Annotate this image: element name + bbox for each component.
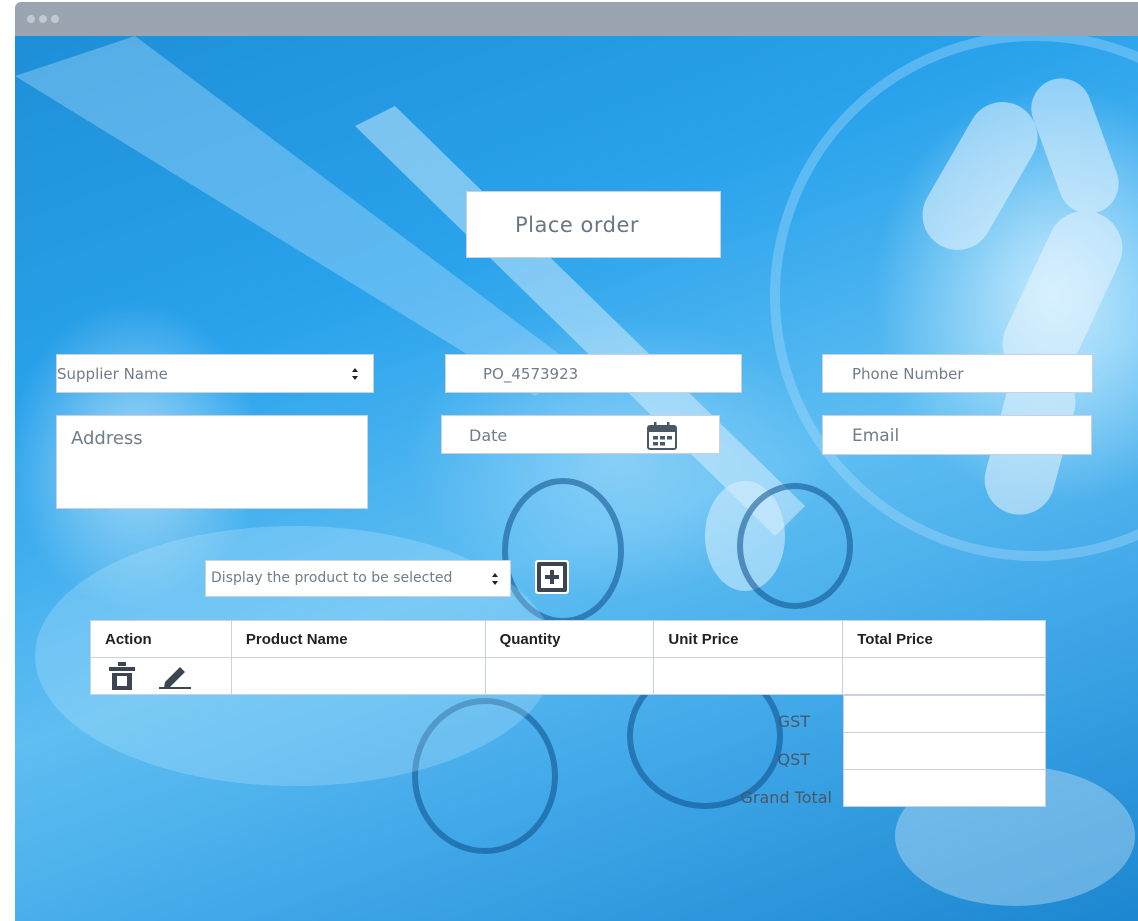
calendar-icon[interactable] [647,422,677,450]
qst-value [843,732,1046,770]
row-actions-cell [90,657,232,695]
page-title: Place order [515,213,640,237]
po-number-value: PO_4573923 [483,365,579,383]
grand-total-label: Grand Total [740,788,832,807]
qst-label: QST [777,750,810,769]
phone-placeholder: Phone Number [852,365,964,383]
supplier-select-value: Supplier Name [57,365,168,383]
date-field[interactable]: Date [441,415,720,454]
order-page: Place order Supplier Name PO_4573923 Pho… [15,36,1138,921]
app-window: Place order Supplier Name PO_4573923 Pho… [15,2,1138,921]
page-title-box: Place order [466,191,721,258]
window-dot [51,15,59,23]
pencil-icon[interactable] [159,663,192,690]
product-name-cell[interactable] [230,657,486,695]
totals-column [843,695,1046,807]
gst-value [843,695,1046,733]
table-row [90,657,1046,695]
unit-price-cell[interactable] [653,657,844,695]
trash-icon[interactable] [109,662,135,690]
date-placeholder: Date [469,426,508,445]
total-price-cell [842,657,1046,695]
address-field[interactable]: Address [56,415,368,509]
grand-total-value [843,769,1046,807]
column-header-total-price: Total Price [842,620,1046,658]
phone-field[interactable]: Phone Number [822,354,1093,393]
order-table: Action Product Name Quantity Unit Price … [90,620,1046,695]
updown-chevron-icon [352,368,358,380]
gst-label: GST [777,712,810,731]
column-header-product-name: Product Name [230,620,486,658]
product-select[interactable]: Display the product to be selected [205,560,511,597]
email-field[interactable]: Email [822,415,1092,455]
address-placeholder: Address [71,428,143,449]
quantity-cell[interactable] [484,657,655,695]
column-header-action: Action [90,620,232,658]
po-number-field[interactable]: PO_4573923 [445,354,742,393]
supplier-select[interactable]: Supplier Name [56,354,374,393]
column-header-unit-price: Unit Price [653,620,844,658]
product-select-value: Display the product to be selected [211,570,453,586]
window-titlebar [15,2,1138,36]
plus-square-icon [537,562,567,592]
updown-chevron-icon [492,573,498,585]
window-dot [27,15,35,23]
add-product-button[interactable] [535,560,569,594]
window-dot [39,15,47,23]
table-header-row: Action Product Name Quantity Unit Price … [90,620,1046,658]
column-header-quantity: Quantity [484,620,655,658]
email-placeholder: Email [852,426,900,446]
